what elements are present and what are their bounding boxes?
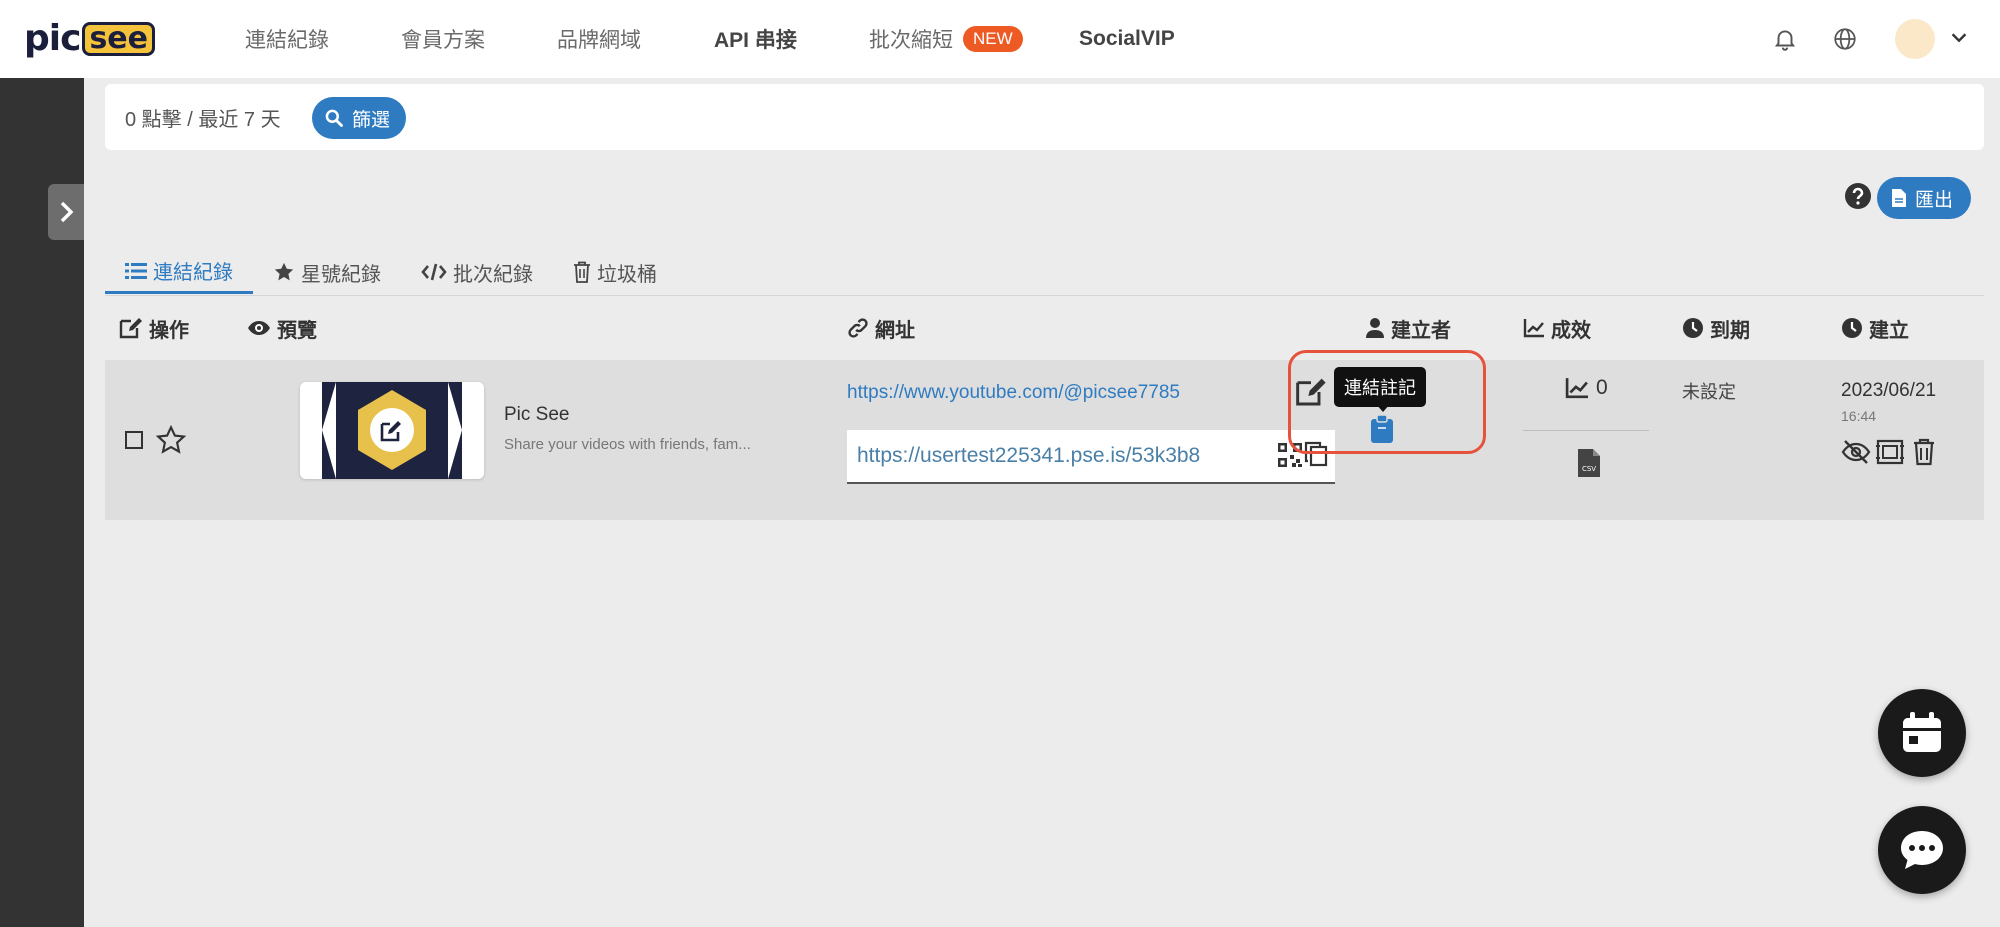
- filter-bar: 0 點擊 / 最近 7 天 篩選: [105, 84, 1984, 150]
- globe-icon[interactable]: [1832, 26, 1858, 52]
- nav-link-records[interactable]: 連結紀錄: [245, 0, 329, 78]
- short-url-field[interactable]: https://usertest225341.pse.is/53k3b8: [847, 430, 1335, 484]
- preview-thumbnail: [322, 382, 462, 479]
- file-icon: [1892, 189, 1906, 207]
- click-summary: 0 點擊 / 最近 7 天: [125, 108, 281, 131]
- nav-link-api[interactable]: API 串接: [714, 0, 797, 78]
- tab-label: 連結紀錄: [153, 262, 233, 284]
- column-header-performance: 成效: [1523, 306, 1591, 350]
- chevron-right-icon: [60, 201, 74, 223]
- preview-description: Share your videos with friends, fam...: [504, 436, 751, 453]
- chat-fab-button[interactable]: [1878, 806, 1966, 894]
- top-navbar: pic see 連結紀錄 會員方案 品牌網域 API 串接 批次縮短 NEW S…: [0, 0, 2000, 78]
- star-icon: [274, 262, 294, 281]
- calendar-fab-button[interactable]: [1878, 689, 1966, 777]
- nav-link-brand-domain[interactable]: 品牌網域: [557, 0, 641, 78]
- link-icon: [848, 318, 868, 338]
- edit-icon: [119, 318, 142, 339]
- filter-button-label: 篩選: [352, 109, 391, 131]
- tab-label: 星號紀錄: [301, 263, 381, 286]
- expiry-value: 未設定: [1682, 382, 1736, 402]
- column-header-created: 建立: [1841, 306, 1909, 350]
- sidebar: [0, 78, 84, 927]
- export-button[interactable]: 匯出: [1877, 177, 1972, 219]
- table-header: 操作 預覽 網址 建立者 成效 到期 建立: [105, 306, 1984, 350]
- delete-icon[interactable]: [1909, 438, 1939, 466]
- tab-batch-records[interactable]: 批次紀錄: [401, 250, 553, 294]
- nav-link-batch-label: 批次縮短: [869, 29, 953, 52]
- clock-icon: [1842, 318, 1862, 338]
- column-header-expiry: 到期: [1682, 306, 1750, 350]
- screenshot-icon[interactable]: [1875, 438, 1905, 466]
- clock-icon: [1683, 318, 1703, 338]
- click-count: 0: [1596, 376, 1608, 399]
- help-icon[interactable]: [1844, 182, 1872, 210]
- nav-link-batch-shorten[interactable]: 批次縮短 NEW: [869, 0, 1023, 78]
- user-icon: [1366, 318, 1384, 338]
- row-checkbox[interactable]: [125, 431, 143, 449]
- avatar[interactable]: [1895, 19, 1935, 59]
- destination-url-link[interactable]: https://www.youtube.com/@picsee7785: [847, 382, 1180, 404]
- nav-link-socialvip[interactable]: SocialVIP: [1079, 0, 1175, 78]
- search-icon: [325, 109, 343, 127]
- tab-starred-records[interactable]: 星號紀錄: [253, 250, 401, 294]
- stats-divider: [1523, 430, 1649, 431]
- click-stats[interactable]: 0: [1564, 376, 1608, 400]
- star-toggle-icon[interactable]: [155, 424, 187, 456]
- chat-icon: [1901, 831, 1943, 869]
- code-icon: [421, 263, 447, 281]
- link-preview-card[interactable]: [300, 382, 484, 479]
- created-date: 2023/06/21: [1841, 380, 1937, 401]
- tab-link-records[interactable]: 連結紀錄: [105, 250, 253, 294]
- preview-title: Pic See: [504, 404, 570, 425]
- column-header-url: 網址: [847, 306, 915, 350]
- sidebar-expand-button[interactable]: [48, 184, 84, 240]
- short-url-text[interactable]: https://usertest225341.pse.is/53k3b8: [857, 444, 1200, 468]
- new-badge: NEW: [963, 26, 1023, 52]
- hide-icon[interactable]: [1841, 438, 1871, 466]
- row-actions: [1841, 438, 1939, 466]
- svg-text:CSV: CSV: [1582, 465, 1596, 473]
- chart-icon: [1565, 378, 1588, 399]
- created-time: 16:44: [1841, 408, 1877, 424]
- record-tabs: 連結紀錄 星號紀錄 批次紀錄 垃圾桶: [105, 250, 677, 296]
- picsee-logo[interactable]: pic see: [24, 20, 184, 58]
- filter-button[interactable]: 篩選: [312, 97, 407, 139]
- trash-icon: [574, 261, 590, 283]
- highlight-annotation: [1288, 350, 1486, 454]
- column-header-preview: 預覽: [247, 306, 317, 350]
- bell-icon[interactable]: [1772, 26, 1798, 52]
- tabs-divider: [105, 295, 1984, 296]
- table-row: Pic See Share your videos with friends, …: [105, 350, 1984, 520]
- chart-icon: [1523, 319, 1544, 338]
- tab-trash[interactable]: 垃圾桶: [553, 250, 677, 294]
- tab-label: 批次紀錄: [453, 263, 533, 286]
- csv-download-icon[interactable]: CSV: [1577, 448, 1601, 478]
- calendar-icon: [1903, 712, 1941, 752]
- column-header-creator: 建立者: [1365, 306, 1451, 350]
- list-icon: [125, 262, 147, 279]
- export-button-label: 匯出: [1915, 189, 1954, 211]
- eye-icon: [248, 321, 270, 335]
- nav-link-plans[interactable]: 會員方案: [401, 0, 485, 78]
- tab-label: 垃圾桶: [597, 263, 657, 286]
- chevron-down-icon[interactable]: [1948, 26, 1970, 48]
- column-header-actions: 操作: [119, 306, 189, 350]
